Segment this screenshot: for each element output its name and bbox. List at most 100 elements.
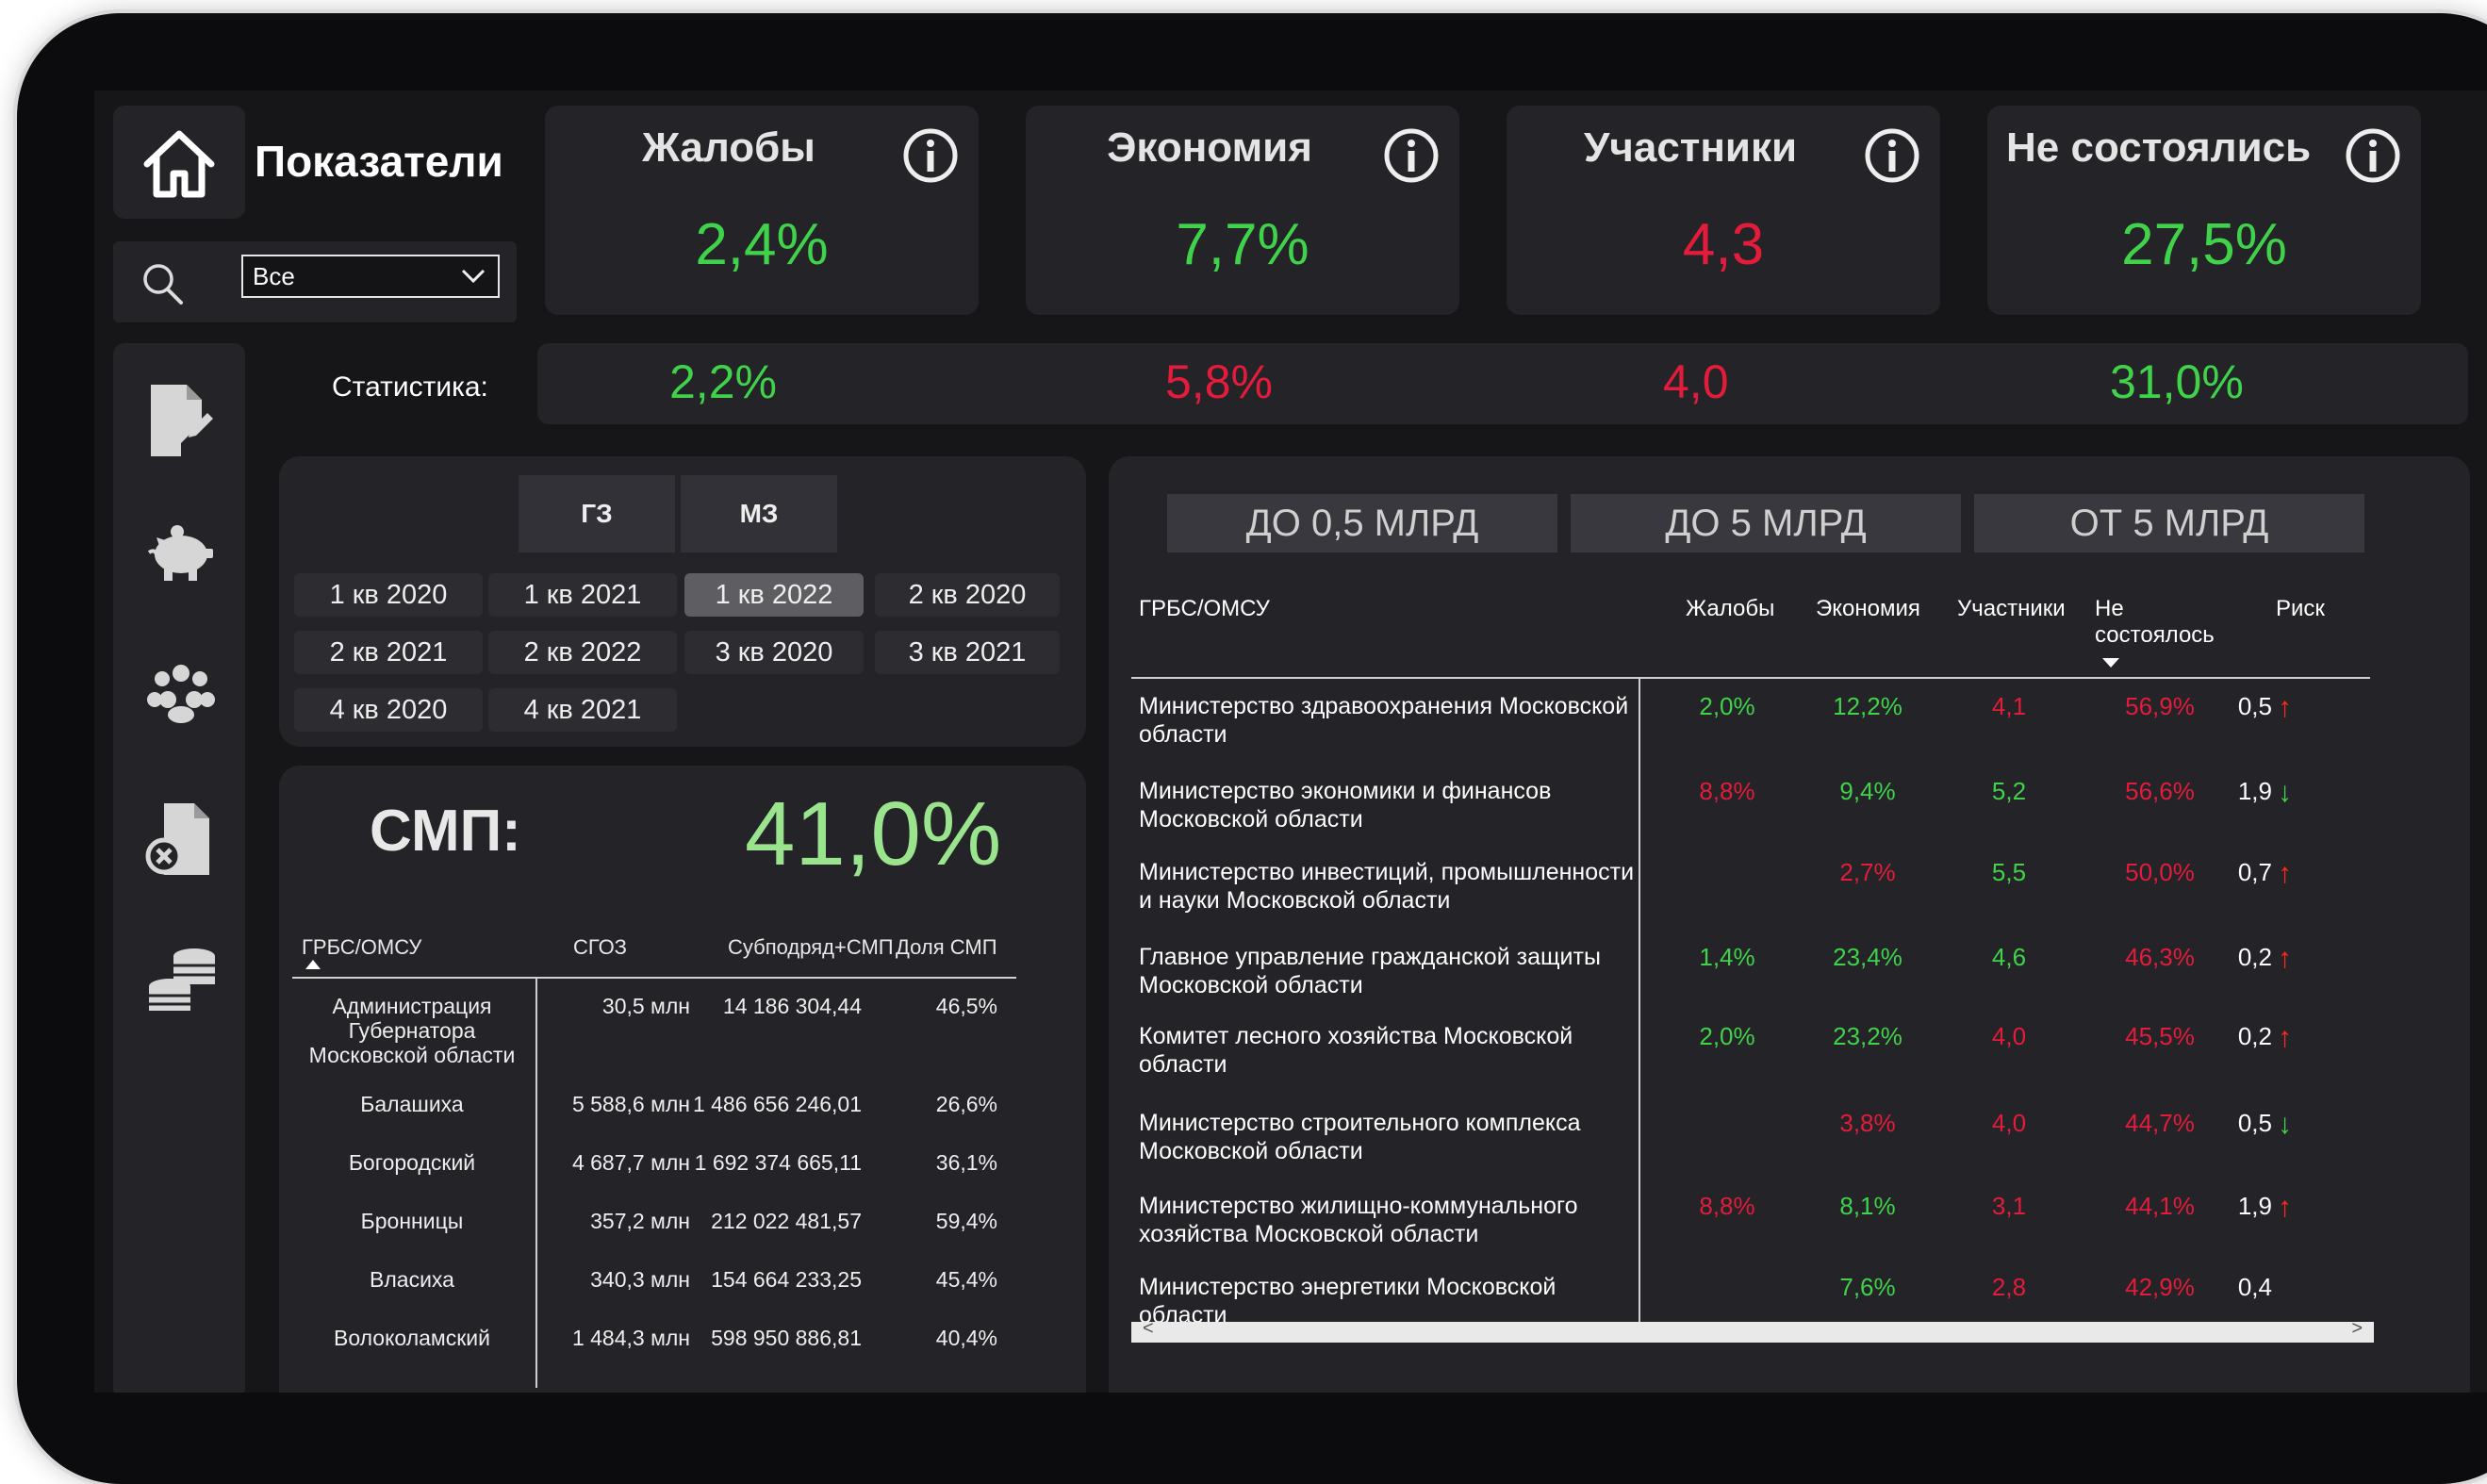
kpi-label: Жалобы [642, 124, 815, 171]
home-icon [143, 130, 215, 198]
column-header[interactable]: Не состоялось [2095, 596, 2236, 649]
row-risk: 0,5 [2237, 692, 2272, 720]
row-name: Администрация Губернатора Московской обл… [308, 994, 516, 1067]
row-complaints: 8,8% [1699, 1192, 1755, 1220]
document-cancel-icon[interactable] [145, 800, 217, 879]
row-sgoz: 5 588,6 млн [571, 1092, 690, 1116]
row-sub: 1 692 374 665,11 [694, 1150, 862, 1175]
table-row[interactable]: Министерство инвестиций, промышленности … [1109, 858, 2429, 943]
quarter-button[interactable]: 2 кв 2022 [488, 631, 677, 674]
column-header[interactable]: Доля СМП [896, 935, 997, 960]
statistics-value: 5,8% [1165, 355, 1273, 408]
row-risk: 1,9 [2237, 777, 2272, 805]
column-header[interactable]: Экономия [1816, 596, 1920, 622]
table-row[interactable]: Главное управление гражданской защиты Мо… [1109, 943, 2429, 1028]
quarter-button[interactable]: 2 кв 2021 [294, 631, 483, 674]
row-share: 36,1% [935, 1150, 997, 1175]
column-header[interactable]: Риск [2276, 596, 2325, 622]
row-risk: 0,7 [2237, 858, 2272, 886]
home-button[interactable] [113, 106, 245, 219]
table-row[interactable]: Министерство жилищно-коммунального хозяй… [1109, 1192, 2429, 1277]
column-header[interactable]: ГРБС/ОМСУ [302, 935, 421, 960]
smp-label: СМП: [370, 799, 521, 864]
quarter-button[interactable]: 3 кв 2021 [875, 631, 1060, 674]
row-participants: 3,1 [1991, 1192, 2027, 1220]
quarter-button[interactable]: 3 кв 2020 [684, 631, 864, 674]
arrow-up-icon: ↑ [2278, 692, 2292, 723]
organizations-table-panel: ДО 0,5 МЛРД ДО 5 МЛРД ОТ 5 МЛРД ГРБС/ОМС… [1109, 456, 2470, 1393]
statistics-value: 31,0% [2110, 355, 2244, 408]
quarter-button[interactable]: 1 кв 2021 [488, 573, 677, 617]
row-name: Балашиха [360, 1092, 464, 1116]
sort-asc-icon[interactable] [305, 960, 321, 969]
dashboard-screen: Показатели Все Жалобы 2,4% Экономия 7,7%… [94, 91, 2487, 1393]
row-participants: 2,8 [1991, 1273, 2027, 1301]
row-savings: 2,7% [1839, 858, 1896, 886]
column-header[interactable]: СГОЗ [573, 935, 627, 960]
horizontal-scrollbar[interactable]: < > [1131, 1318, 2374, 1343]
tab-gz[interactable]: ГЗ [519, 475, 675, 552]
quarter-button[interactable]: 2 кв 2020 [875, 573, 1060, 617]
row-participants: 4,1 [1991, 692, 2027, 720]
document-edit-icon[interactable] [145, 381, 215, 460]
range-button[interactable]: ДО 0,5 МЛРД [1167, 494, 1557, 552]
range-button[interactable]: ОТ 5 МЛРД [1974, 494, 2364, 552]
sort-desc-icon[interactable] [2102, 658, 2119, 668]
row-sgoz: 357,2 млн [590, 1209, 690, 1233]
people-icon[interactable] [145, 662, 217, 724]
row-sub: 154 664 233,25 [711, 1267, 862, 1292]
filter-bar: Все [113, 241, 517, 322]
row-complaints: 8,8% [1699, 777, 1755, 805]
row-savings: 23,4% [1833, 943, 1902, 971]
kpi-label: Экономия [1107, 124, 1312, 171]
row-organization: Министерство строительного комплекса Мос… [1139, 1110, 1581, 1164]
row-risk: 0,5 [2237, 1109, 2272, 1137]
row-name: Власиха [370, 1267, 454, 1292]
quarter-button-selected[interactable]: 1 кв 2022 [684, 573, 864, 617]
info-icon[interactable] [2344, 126, 2402, 185]
piggy-bank-icon[interactable] [145, 522, 217, 585]
table-row[interactable]: Комитет лесного хозяйства Московской обл… [1109, 1022, 2429, 1107]
row-participants: 4,0 [1991, 1022, 2027, 1050]
row-participants: 4,6 [1991, 943, 2027, 971]
row-complaints: 2,0% [1699, 1022, 1755, 1050]
table-row[interactable]: Министерство здравоохранения Московской … [1109, 692, 2429, 777]
search-icon[interactable] [140, 260, 187, 307]
divider [1131, 677, 2370, 679]
row-share: 26,6% [935, 1092, 997, 1116]
row-organization: Министерство здравоохранения Московской … [1139, 693, 1629, 748]
statistics-value: 2,2% [669, 355, 777, 408]
chevron-down-icon [461, 269, 486, 284]
row-share: 40,4% [935, 1326, 997, 1350]
row-participants: 5,2 [1991, 777, 2027, 805]
scroll-right-icon[interactable]: > [2351, 1318, 2363, 1340]
quarter-button[interactable]: 4 кв 2021 [488, 688, 677, 732]
filter-select[interactable]: Все [241, 255, 500, 298]
range-button[interactable]: ДО 5 МЛРД [1571, 494, 1961, 552]
coins-icon[interactable] [145, 945, 221, 1018]
row-risk: 0,2 [2237, 1022, 2272, 1050]
tab-mz[interactable]: МЗ [681, 475, 837, 552]
table-row[interactable]: Министерство строительного комплекса Мос… [1109, 1109, 2429, 1194]
row-sgoz: 4 687,7 млн [571, 1150, 690, 1175]
row-organization: Главное управление гражданской защиты Мо… [1139, 944, 1601, 998]
column-header[interactable]: Жалобы [1686, 596, 1774, 622]
column-header[interactable]: ГРБС/ОМСУ [1139, 596, 1270, 622]
row-organization: Комитет лесного хозяйства Московской обл… [1139, 1023, 1573, 1078]
arrow-up-icon: ↑ [2278, 858, 2292, 889]
column-header[interactable]: Субподряд+СМП [728, 935, 894, 960]
table-row[interactable]: Министерство экономики и финансов Москов… [1109, 777, 2429, 862]
quarter-button[interactable]: 4 кв 2020 [294, 688, 483, 732]
row-sub: 212 022 481,57 [711, 1209, 862, 1233]
table-row[interactable]: Министерство энергетики Московской облас… [1109, 1273, 2429, 1358]
arrow-up-icon: ↑ [2278, 1192, 2292, 1223]
info-icon[interactable] [1863, 126, 1921, 185]
statistics-label: Статистика: [332, 371, 488, 403]
row-organization: Министерство энергетики Московской облас… [1139, 1274, 1556, 1328]
info-icon[interactable] [1382, 126, 1441, 185]
arrow-up-icon: ↑ [2278, 943, 2292, 974]
scroll-left-icon[interactable]: < [1143, 1318, 1154, 1340]
column-header[interactable]: Участники [1957, 596, 2066, 622]
quarter-button[interactable]: 1 кв 2020 [294, 573, 483, 617]
info-icon[interactable] [901, 126, 960, 185]
